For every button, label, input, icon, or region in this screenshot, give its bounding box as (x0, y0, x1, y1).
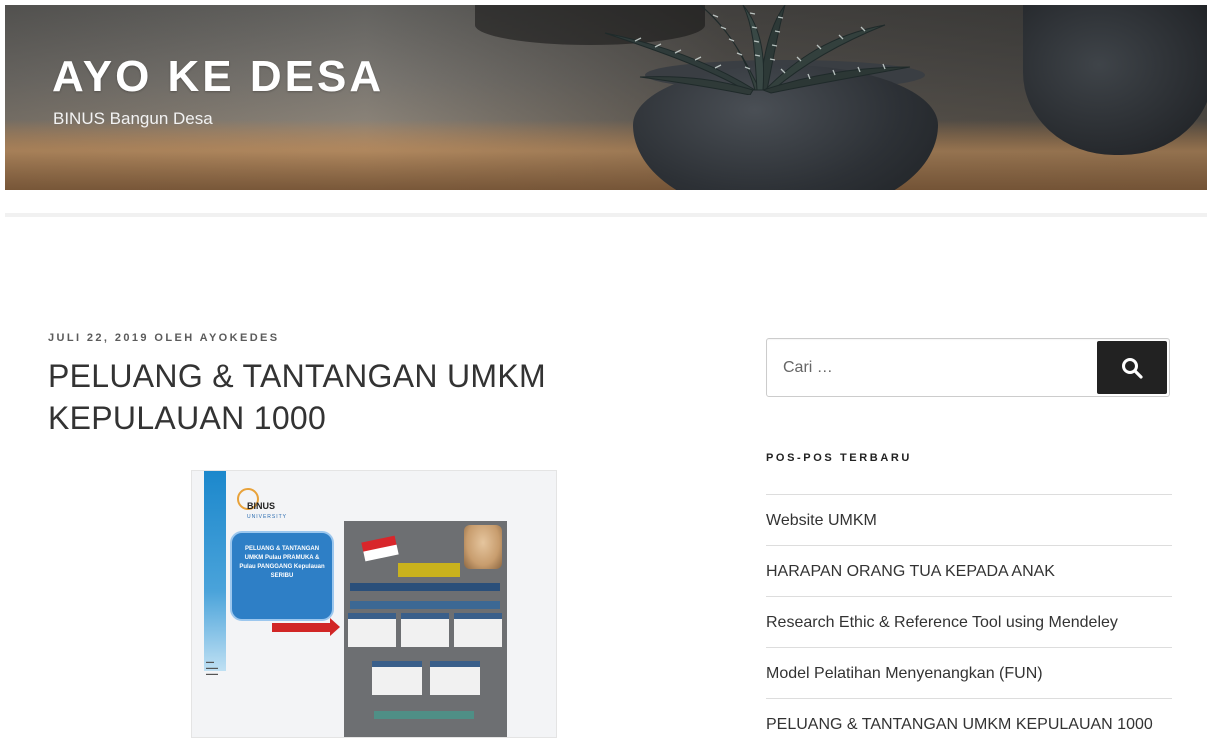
recent-post-link[interactable]: HARAPAN ORANG TUA KEPADA ANAK (766, 563, 1055, 580)
header-table-surface (5, 120, 1207, 190)
poster-card (430, 661, 480, 695)
slide-footnote: ▬▬ ▬▬▬ ▬▬▬ (206, 659, 218, 676)
recent-post-link[interactable]: Model Pelatihan Menyenangkan (FUN) (766, 665, 1043, 682)
search-form (766, 338, 1170, 397)
poster-card (401, 613, 449, 647)
poster-band (350, 601, 500, 609)
site-header: AYO KE DESA BINUS Bangun Desa (5, 5, 1207, 190)
search-icon (1122, 357, 1143, 379)
site-title[interactable]: AYO KE DESA (52, 52, 384, 102)
list-item: PELUANG & TANTANGAN UMKM KEPULAUAN 1000 (766, 698, 1172, 738)
post-date-link[interactable]: JULI 22, 2019 (48, 332, 149, 344)
poster-photo (464, 525, 502, 569)
slide-logo-text: BINUS (247, 501, 276, 511)
poster-card (348, 613, 396, 647)
recent-posts-title: POS-POS TERBARU (766, 452, 912, 464)
poster-card (454, 613, 502, 647)
list-item: Model Pelatihan Menyenangkan (FUN) (766, 647, 1172, 698)
post-featured-image[interactable]: BINUS UNIVERSITY PELUANG & TANTANGAN UMK… (191, 470, 557, 738)
list-item: HARAPAN ORANG TUA KEPADA ANAK (766, 545, 1172, 596)
header-plant-image (604, 5, 911, 95)
poster-card (372, 661, 422, 695)
post-meta: JULI 22, 2019 OLEH AYOKEDES (48, 332, 280, 344)
recent-posts-list: Website UMKM HARAPAN ORANG TUA KEPADA AN… (766, 494, 1172, 738)
poster-band (350, 583, 500, 591)
list-item: Website UMKM (766, 494, 1172, 545)
recent-post-link[interactable]: Website UMKM (766, 512, 877, 529)
search-button[interactable] (1097, 341, 1167, 394)
slide-poster (344, 521, 507, 737)
slide-title-bubble: PELUANG & TANTANGAN UMKM Pulau PRAMUKA &… (230, 531, 334, 621)
site-tagline: BINUS Bangun Desa (53, 109, 213, 128)
search-input[interactable] (767, 339, 1097, 396)
post-title[interactable]: PELUANG & TANTANGAN UMKM KEPULAUAN 1000 (48, 355, 608, 439)
slide-logo-subtext: UNIVERSITY (247, 514, 288, 520)
recent-post-link[interactable]: PELUANG & TANTANGAN UMKM KEPULAUAN 1000 (766, 716, 1153, 733)
poster-highlight-box (398, 563, 460, 577)
post-byline-label: OLEH (154, 332, 195, 344)
slide-accent-bar (204, 471, 226, 671)
header-divider (5, 213, 1207, 217)
list-item: Research Ethic & Reference Tool using Me… (766, 596, 1172, 647)
poster-band (374, 711, 474, 719)
slide-arrow-icon (272, 618, 340, 636)
post-author-link[interactable]: AYOKEDES (200, 332, 280, 344)
recent-post-link[interactable]: Research Ethic & Reference Tool using Me… (766, 614, 1118, 631)
